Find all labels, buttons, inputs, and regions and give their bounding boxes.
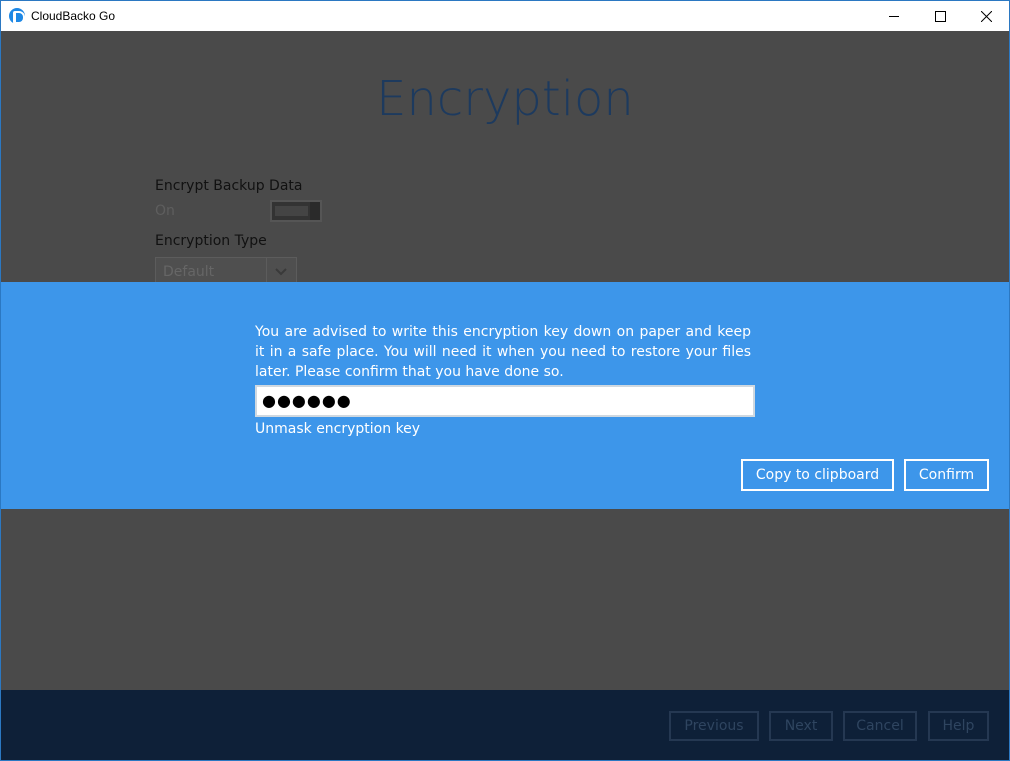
maximize-icon [935,11,946,22]
footer-bar: Previous Next Cancel Help [1,690,1009,760]
encryption-type-value: Default [163,264,215,280]
window-title: CloudBacko Go [31,9,116,23]
dialog-message: You are advised to write this encryption… [255,324,751,380]
page-title: Encryption [376,71,634,127]
toggle-knob [310,202,320,220]
encrypt-state-label: On [155,203,175,219]
unmask-key-link[interactable]: Unmask encryption key [255,421,420,437]
help-button[interactable]: Help [928,711,989,741]
previous-button[interactable]: Previous [669,711,759,741]
encrypt-toggle[interactable] [270,200,322,222]
encryption-type-label: Encryption Type [155,233,267,249]
encryption-key-dialog: You are advised to write this encryption… [1,282,1009,509]
close-button[interactable] [963,1,1009,31]
confirm-button[interactable]: Confirm [904,459,989,491]
title-bar: CloudBacko Go [1,1,1009,31]
encrypt-backup-label: Encrypt Backup Data [155,178,303,194]
copy-to-clipboard-button[interactable]: Copy to clipboard [741,459,894,491]
toggle-track [275,206,308,216]
cancel-button[interactable]: Cancel [843,711,917,741]
minimize-button[interactable] [871,1,917,31]
maximize-button[interactable] [917,1,963,31]
chevron-down-icon [275,268,287,276]
encryption-key-field[interactable]: ●●●●●● [255,385,755,417]
cloudbacko-logo-icon [9,8,25,24]
close-icon [981,11,992,22]
next-button[interactable]: Next [769,711,833,741]
minimize-icon [889,16,899,17]
window-controls [871,1,1009,31]
app-window: CloudBacko Go Encryption Encrypt Backup … [0,0,1010,761]
